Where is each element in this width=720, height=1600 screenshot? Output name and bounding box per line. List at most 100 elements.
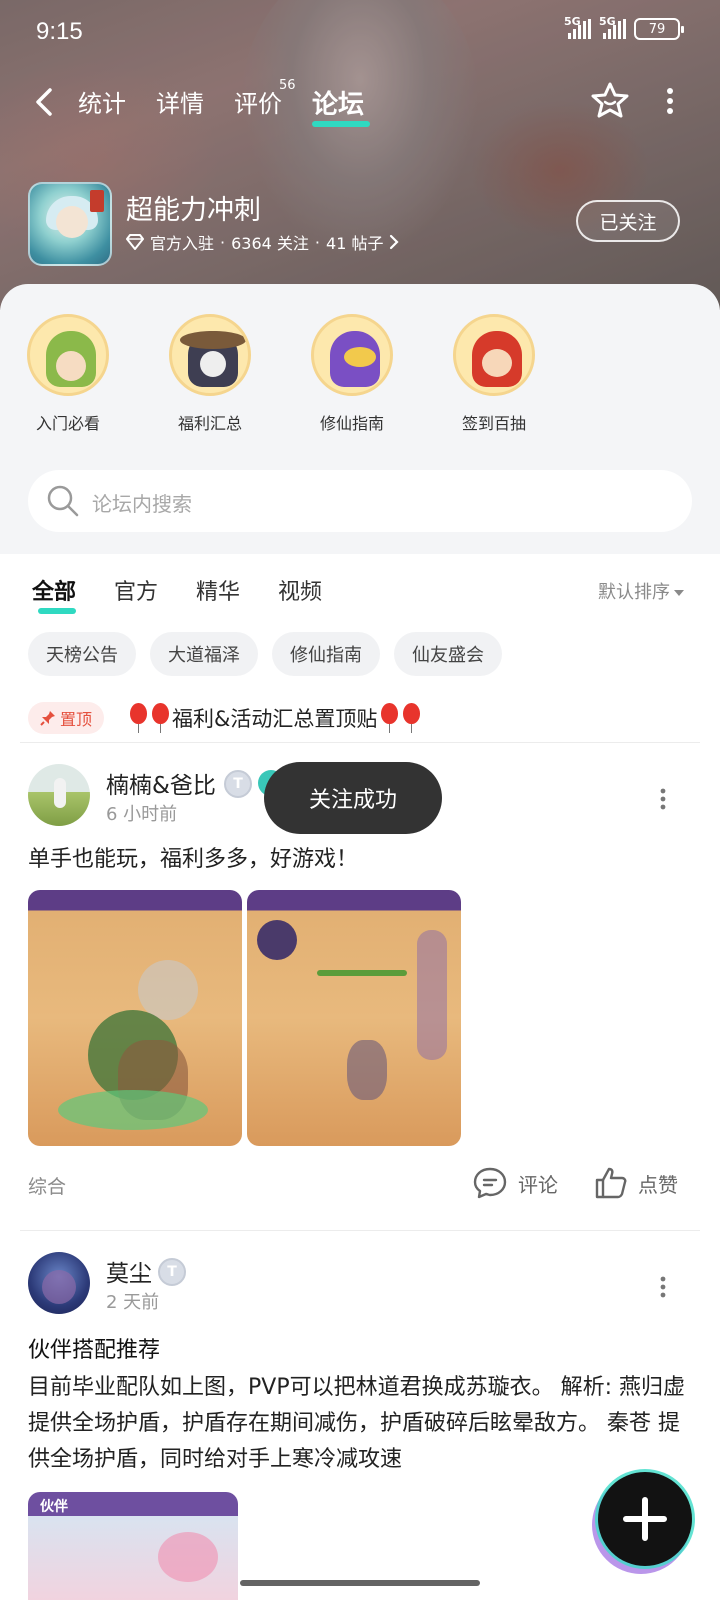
topic-chips: 天榜公告 大道福泽 修仙指南 仙友盛会 xyxy=(28,632,502,676)
divider xyxy=(20,742,700,743)
tab-forum[interactable]: 论坛 xyxy=(312,84,370,127)
official-label: 官方入驻 xyxy=(150,234,215,253)
tab-details[interactable]: 详情 xyxy=(156,84,204,119)
category-label: 入门必看 xyxy=(35,414,100,433)
search-placeholder: 论坛内搜索 xyxy=(92,492,192,516)
feed-tab-official[interactable]: 官方 xyxy=(114,574,158,606)
post-author[interactable]: 莫尘 xyxy=(106,1254,152,1288)
like-button[interactable]: 点赞 xyxy=(594,1166,678,1200)
network-type: 5G xyxy=(599,15,616,28)
network-type: 5G xyxy=(564,15,581,28)
forum-panel: 入门必看 福利汇总 修仙指南 签到百抽 论坛内搜索 xyxy=(0,284,720,554)
battery-level: 79 xyxy=(648,21,666,37)
user-level-badge: T xyxy=(158,1258,186,1286)
post-body[interactable]: 单手也能玩，福利多多，好游戏！ xyxy=(28,842,692,878)
post-time: 2 天前 xyxy=(106,1292,160,1313)
more-icon[interactable] xyxy=(664,86,676,116)
post-image[interactable] xyxy=(247,890,461,1146)
category-guide[interactable]: 修仙指南 xyxy=(302,314,402,434)
avatar[interactable] xyxy=(28,1252,90,1314)
post-more-icon[interactable] xyxy=(660,788,666,810)
active-tab-indicator xyxy=(38,608,76,614)
game-info: 超能力冲刺 官方入驻 · 6364 关注 · 41 帖子 已关注 xyxy=(28,182,692,268)
comment-button[interactable]: 评论 xyxy=(472,1166,558,1200)
game-title: 超能力冲刺 xyxy=(126,195,261,226)
tab-reviews[interactable]: 评价 xyxy=(234,84,282,119)
pinned-title-text: 福利&活动汇总置顶贴 xyxy=(172,707,378,731)
post-time: 6 小时前 xyxy=(106,804,178,825)
feed-tab-video[interactable]: 视频 xyxy=(278,574,322,606)
category-checkin-icon xyxy=(453,314,535,396)
chevron-right-icon xyxy=(390,234,400,250)
toast-message: 关注成功 xyxy=(264,762,442,834)
post-category-tag[interactable]: 综合 xyxy=(28,1172,66,1199)
chip-rankings[interactable]: 天榜公告 xyxy=(28,632,136,676)
category-benefits[interactable]: 福利汇总 xyxy=(160,314,260,434)
forum-search-input[interactable]: 论坛内搜索 xyxy=(28,470,692,532)
review-count-badge: 56 xyxy=(279,78,296,93)
follow-button[interactable]: 已关注 xyxy=(576,200,680,242)
divider xyxy=(20,1230,700,1231)
avatar[interactable] xyxy=(28,764,90,826)
post-image[interactable]: 伙伴 xyxy=(28,1492,238,1600)
search-icon xyxy=(47,485,79,517)
category-guide-icon xyxy=(311,314,393,396)
post-header: 莫尘 T 2 天前 xyxy=(28,1252,692,1316)
balloon-icon xyxy=(150,703,170,733)
post-footer: 综合 评论 点赞 xyxy=(28,1164,692,1204)
back-icon[interactable] xyxy=(30,84,60,120)
feed-tab-label: 全部 xyxy=(32,580,77,605)
feed-tabs: 全部 官方 精华 视频 默认排序 xyxy=(0,554,720,614)
category-label: 福利汇总 xyxy=(177,414,242,433)
meta-separator: · xyxy=(220,232,226,252)
category-beginner[interactable]: 入门必看 xyxy=(18,314,118,434)
follower-count: 6364 关注 xyxy=(231,234,309,253)
feed-tab-featured[interactable]: 精华 xyxy=(196,574,240,606)
balloon-icon xyxy=(379,703,399,733)
balloon-icon xyxy=(128,703,148,733)
pinned-badge-label: 置顶 xyxy=(60,710,93,729)
active-tab-indicator xyxy=(312,121,370,127)
balloon-icon xyxy=(401,703,421,733)
post-image[interactable] xyxy=(28,890,242,1146)
pinned-post[interactable]: 置顶 福利&活动汇总置顶贴 xyxy=(28,700,692,736)
signal-icon: 5G xyxy=(599,15,626,39)
category-label: 修仙指南 xyxy=(319,414,384,433)
battery-icon: 79 xyxy=(634,18,684,40)
thumbs-up-icon xyxy=(595,1167,627,1199)
home-indicator[interactable] xyxy=(240,1580,480,1586)
feed-tab-all[interactable]: 全部 xyxy=(32,574,77,614)
category-label: 签到百抽 xyxy=(461,414,526,433)
post-author[interactable]: 楠楠&爸比 xyxy=(106,766,216,800)
category-beginner-icon xyxy=(27,314,109,396)
like-label: 点赞 xyxy=(638,1172,678,1197)
status-time: 9:15 xyxy=(36,18,83,45)
signal-icon: 5G xyxy=(564,15,591,39)
user-level-badge: T xyxy=(224,770,252,798)
chip-blessings[interactable]: 大道福泽 xyxy=(150,632,258,676)
category-benefits-icon xyxy=(169,314,251,396)
tab-stats[interactable]: 统计 xyxy=(78,84,126,119)
status-icons: 5G 5G 79 xyxy=(564,15,684,40)
chip-guide[interactable]: 修仙指南 xyxy=(272,632,380,676)
create-post-button[interactable] xyxy=(598,1472,692,1566)
verified-diamond-icon xyxy=(126,234,144,250)
category-checkin[interactable]: 签到百抽 xyxy=(444,314,544,434)
sort-dropdown[interactable]: 默认排序 xyxy=(598,578,684,604)
game-app-icon[interactable] xyxy=(28,182,112,266)
game-meta[interactable]: 官方入驻 · 6364 关注 · 41 帖子 xyxy=(126,230,400,254)
pinned-badge: 置顶 xyxy=(28,702,105,734)
pinned-title: 福利&活动汇总置顶贴 xyxy=(128,703,421,733)
comment-icon xyxy=(473,1167,507,1199)
meta-separator: · xyxy=(314,232,321,252)
post-image-label: 伙伴 xyxy=(40,1499,68,1515)
comment-label: 评论 xyxy=(518,1172,558,1197)
chip-events[interactable]: 仙友盛会 xyxy=(394,632,502,676)
post-more-icon[interactable] xyxy=(660,1276,666,1298)
post-body[interactable]: 目前毕业配队如上图，PVP可以把林道君换成苏璇衣。 解析: 燕归虚 提供全场护盾… xyxy=(28,1370,692,1478)
pin-icon xyxy=(40,711,55,726)
star-icon[interactable] xyxy=(590,80,630,120)
tab-forum-label: 论坛 xyxy=(312,90,365,120)
top-nav: 统计 详情 评价 56 论坛 xyxy=(0,74,720,130)
post-title[interactable]: 伙伴搭配推荐 xyxy=(28,1332,160,1364)
